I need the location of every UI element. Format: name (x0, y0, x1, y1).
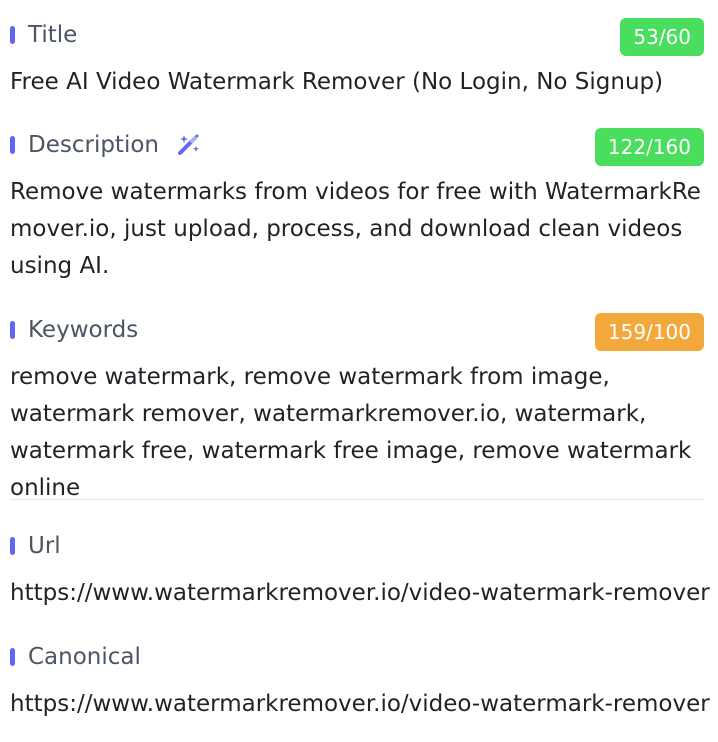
title-length-badge: 53/60 (620, 18, 704, 56)
section-marker (10, 648, 15, 666)
url-label: Url (28, 533, 61, 559)
title-label-row: Title 53/60 (10, 18, 704, 56)
section-marker (10, 136, 15, 154)
section-marker (10, 537, 15, 555)
section-marker (10, 26, 15, 44)
keywords-section: Keywords 159/100 remove watermark, remov… (10, 313, 704, 507)
title-label: Title (28, 22, 78, 48)
url-label-row: Url (10, 529, 704, 563)
description-section: Description 122/160 Remove watermarks fr… (10, 128, 704, 285)
description-value: Remove watermarks from videos for free w… (10, 179, 701, 279)
keywords-label: Keywords (28, 317, 139, 343)
magic-wand-icon[interactable] (175, 132, 201, 158)
keywords-count-badge: 159/100 (594, 313, 704, 351)
title-section: Title 53/60 Free AI Video Watermark Remo… (10, 18, 704, 101)
description-length-badge: 122/160 (594, 128, 704, 166)
seo-meta-panel: Title 53/60 Free AI Video Watermark Remo… (0, 0, 718, 742)
url-value: https://www.watermarkremover.io/video-wa… (10, 580, 710, 606)
keywords-value: remove watermark, remove watermark from … (10, 364, 692, 501)
canonical-label-row: Canonical (10, 640, 704, 674)
canonical-section: Canonical https://www.watermarkremover.i… (10, 640, 710, 723)
section-divider (10, 499, 704, 500)
title-value: Free AI Video Watermark Remover (No Logi… (10, 69, 664, 95)
url-section: Url https://www.watermarkremover.io/vide… (10, 529, 710, 612)
description-label-row: Description 122/160 (10, 128, 704, 166)
canonical-value: https://www.watermarkremover.io/video-wa… (10, 691, 710, 717)
description-label: Description (28, 132, 159, 158)
keywords-label-row: Keywords 159/100 (10, 313, 704, 351)
canonical-label: Canonical (28, 644, 141, 670)
section-marker (10, 321, 15, 339)
